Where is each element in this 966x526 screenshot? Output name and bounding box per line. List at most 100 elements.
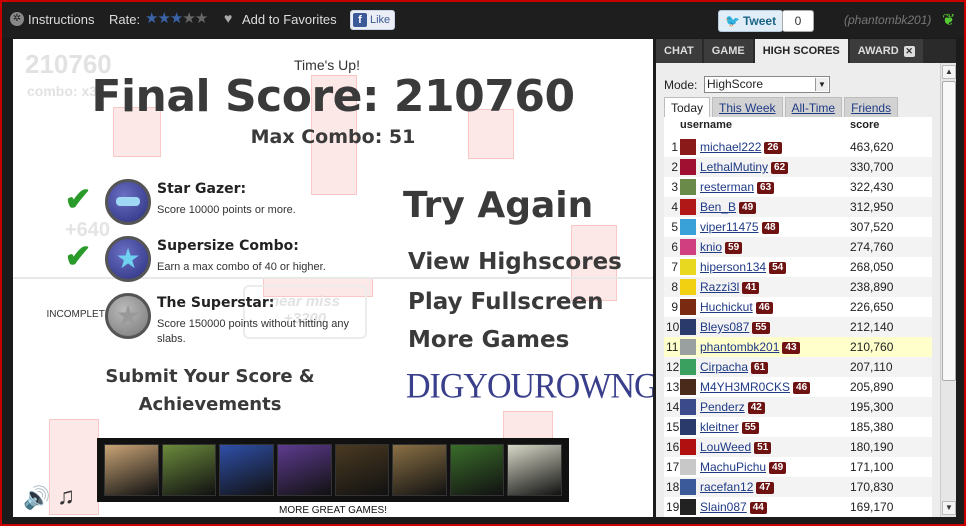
- submit-score-line2: Achievements: [138, 394, 282, 415]
- tweet-button[interactable]: 🐦 Tweet: [718, 10, 784, 32]
- scrollbar[interactable]: ▲ ▼: [940, 63, 956, 517]
- level-badge: 49: [769, 462, 787, 474]
- player-name-link[interactable]: Huchickut 46: [700, 300, 773, 314]
- rating-stars[interactable]: ★★★★★: [145, 9, 208, 27]
- player-name-link[interactable]: LouWeed 51: [700, 440, 772, 454]
- level-badge: 63: [757, 182, 775, 194]
- player-name-link[interactable]: knio 59: [700, 240, 743, 254]
- score: 185,380: [850, 420, 894, 434]
- game-thumbnail[interactable]: [449, 444, 505, 496]
- player-name-link[interactable]: Razzi3l 41: [700, 280, 760, 294]
- player-name-link[interactable]: kleitner 55: [700, 420, 759, 434]
- player-name-link[interactable]: LethalMutiny 62: [700, 160, 789, 174]
- side-panel: CHAT GAME HIGH SCORES AWARD ✕ Mode: HighS…: [656, 39, 956, 517]
- player-name: Bleys087: [700, 320, 750, 334]
- star-icon[interactable]: ★: [170, 10, 183, 27]
- tab-all-time[interactable]: All-Time: [784, 97, 843, 117]
- star-icon[interactable]: ★: [195, 10, 208, 27]
- avatar[interactable]: [680, 299, 696, 315]
- game-thumbnail[interactable]: [276, 444, 332, 496]
- avatar[interactable]: [680, 319, 696, 335]
- player-name-link[interactable]: MachuPichu 49: [700, 460, 787, 474]
- player-name-link[interactable]: michael222 26: [700, 140, 782, 154]
- scrollbar-thumb[interactable]: [942, 81, 956, 381]
- close-icon[interactable]: ✕: [903, 46, 915, 57]
- player-name-link[interactable]: M4YH3MR0CKS 46: [700, 380, 811, 394]
- level-badge: 26: [764, 142, 782, 154]
- avatar[interactable]: [680, 239, 696, 255]
- play-fullscreen-button[interactable]: Play Fullscreen: [408, 289, 604, 315]
- avatar[interactable]: [680, 419, 696, 435]
- instructions-link[interactable]: Instructions: [28, 12, 94, 27]
- digyourowngrave-logo[interactable]: DIGYOUROWNGRAVE: [406, 367, 653, 407]
- player-name-link[interactable]: phantombk201 43: [700, 340, 800, 354]
- tab-this-week[interactable]: This Week: [712, 97, 783, 117]
- game-thumbnail[interactable]: [161, 444, 217, 496]
- avatar[interactable]: [680, 379, 696, 395]
- score: 322,430: [850, 180, 894, 194]
- tab-chat[interactable]: CHAT: [656, 39, 702, 63]
- star-icon[interactable]: ★: [182, 10, 195, 27]
- avatar[interactable]: [680, 219, 696, 235]
- game-thumbnail[interactable]: [507, 444, 562, 496]
- player-name: Penderz: [700, 400, 745, 414]
- tab-friends[interactable]: Friends: [844, 97, 899, 117]
- game-thumbnail[interactable]: [392, 444, 447, 496]
- avatar[interactable]: [680, 279, 696, 295]
- game-thumbnail[interactable]: [334, 444, 390, 496]
- tab-game[interactable]: GAME: [703, 39, 753, 63]
- avatar[interactable]: [680, 339, 696, 355]
- player-name-link[interactable]: racefan12 47: [700, 480, 774, 494]
- player-name-link[interactable]: Penderz 42: [700, 400, 765, 414]
- avatar[interactable]: [680, 399, 696, 415]
- avatar[interactable]: [680, 439, 696, 455]
- player-name-link[interactable]: viper11475 48: [700, 220, 779, 234]
- avatar[interactable]: [680, 139, 696, 155]
- score: 268,050: [850, 260, 894, 274]
- player-name-link[interactable]: Cirpacha 61: [700, 360, 769, 374]
- volume-icon[interactable]: 🔊: [23, 485, 50, 511]
- heart-icon[interactable]: ♥: [224, 10, 232, 26]
- avatar[interactable]: [680, 179, 696, 195]
- avatar[interactable]: [680, 199, 696, 215]
- player-name-link[interactable]: hiperson134 54: [700, 260, 787, 274]
- player-name-link[interactable]: resterman 63: [700, 180, 775, 194]
- more-great-games-label[interactable]: MORE GREAT GAMES!: [97, 505, 569, 516]
- player-name-link[interactable]: Slain087 44: [700, 500, 767, 514]
- table-header: username score: [664, 119, 932, 135]
- player-name-link[interactable]: Bleys087 55: [700, 320, 770, 334]
- avatar[interactable]: [680, 159, 696, 175]
- scroll-down-arrow-icon[interactable]: ▼: [942, 501, 956, 515]
- tab-award[interactable]: AWARD ✕: [849, 39, 923, 63]
- game-thumbnail[interactable]: [104, 444, 159, 496]
- avatar[interactable]: [680, 479, 696, 495]
- tweet-label: Tweet: [742, 14, 777, 28]
- more-games-button[interactable]: More Games: [408, 327, 569, 353]
- tab-high-scores[interactable]: HIGH SCORES: [754, 39, 848, 63]
- instructions-icon[interactable]: ✲: [10, 12, 24, 26]
- view-highscores-button[interactable]: View Highscores: [408, 249, 622, 275]
- game-thumbnail[interactable]: [219, 444, 274, 496]
- panel-tabs: CHAT GAME HIGH SCORES AWARD ✕: [656, 39, 956, 63]
- avatar[interactable]: [680, 459, 696, 475]
- kongregate-leaf-icon[interactable]: ❦: [942, 10, 955, 30]
- mode-select[interactable]: HighScore ▼: [704, 76, 830, 93]
- star-icon[interactable]: ★: [145, 10, 158, 27]
- rate-label: Rate:: [109, 12, 141, 27]
- facebook-like-label: Like: [370, 14, 391, 26]
- submit-score-button[interactable]: Submit Your Score & Achievements: [95, 363, 325, 419]
- avatar[interactable]: [680, 359, 696, 375]
- add-to-favorites-link[interactable]: Add to Favorites: [242, 12, 337, 27]
- avatar[interactable]: [680, 499, 696, 515]
- achievement-supersize-combo: ✔ ★ Supersize Combo: Earn a max combo of…: [53, 236, 383, 288]
- facebook-like-button[interactable]: f Like: [350, 10, 396, 30]
- try-again-button[interactable]: Try Again: [403, 185, 593, 226]
- level-badge: 59: [725, 242, 743, 254]
- scroll-up-arrow-icon[interactable]: ▲: [942, 65, 956, 79]
- player-name-link[interactable]: Ben_B 49: [700, 200, 757, 214]
- player-name: MachuPichu: [700, 460, 767, 474]
- music-note-icon[interactable]: ♫: [57, 483, 75, 511]
- avatar[interactable]: [680, 259, 696, 275]
- star-icon[interactable]: ★: [157, 10, 170, 27]
- tab-today[interactable]: Today: [664, 97, 711, 117]
